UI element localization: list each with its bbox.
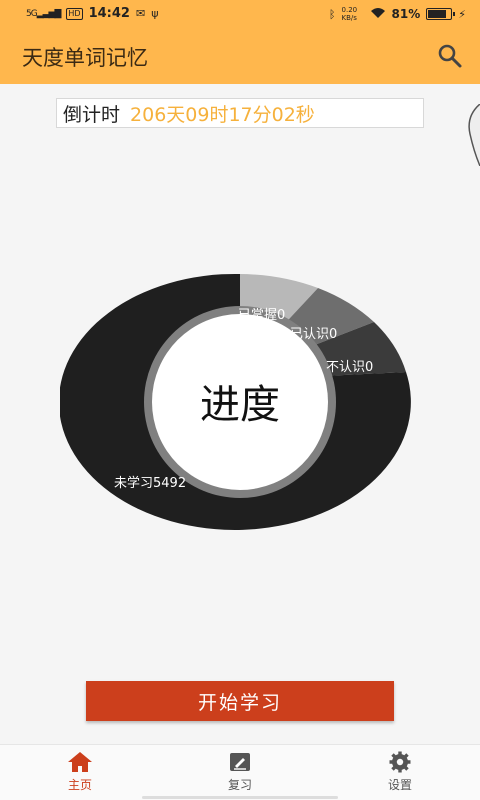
- nav-settings[interactable]: 设置: [360, 751, 440, 793]
- hd-badge: HD: [66, 7, 83, 20]
- nav-settings-label: 设置: [387, 778, 412, 792]
- nav-review-label: 复习: [227, 778, 252, 792]
- home-icon: [68, 752, 92, 772]
- signal-icon: 5G▂▃▅▇: [26, 8, 61, 19]
- app-bar: 天度单词记忆: [0, 28, 480, 84]
- countdown-box: 倒计时 206天09时17分02秒: [56, 98, 424, 128]
- network-speed: 0.20 KB/s: [341, 6, 358, 22]
- app-title: 天度单词记忆: [22, 46, 148, 70]
- label-unlearned: 未学习5492: [114, 476, 187, 491]
- nav-home-label: 主页: [67, 778, 92, 792]
- review-icon: [230, 753, 250, 771]
- charging-icon: ⚡: [458, 7, 466, 21]
- wechat-icon: ✉: [135, 7, 146, 20]
- label-known: 已认识0: [290, 327, 338, 342]
- edge-handle[interactable]: [464, 104, 480, 166]
- battery-text: 81%: [391, 7, 421, 21]
- bottom-nav: 主页 复习 设置: [0, 744, 480, 800]
- network-type: 5G: [26, 8, 38, 19]
- countdown-value: 206天09时17分02秒: [130, 103, 315, 126]
- nav-home[interactable]: 主页: [40, 751, 120, 793]
- clock: 14:42: [88, 6, 130, 21]
- search-button[interactable]: [436, 42, 464, 70]
- start-learning-button[interactable]: 开始学习: [86, 681, 394, 721]
- label-mastered: 已掌握0: [238, 308, 286, 323]
- home-indicator: [142, 796, 338, 799]
- countdown-label: 倒计时: [63, 103, 121, 126]
- battery-icon: [426, 8, 456, 20]
- nav-review[interactable]: 复习: [200, 751, 280, 793]
- usb-icon: ψ: [151, 7, 159, 20]
- progress-center-label: 进度: [200, 382, 280, 428]
- bluetooth-icon: ᛒ: [328, 7, 336, 21]
- wifi-icon: [370, 7, 386, 22]
- status-bar: 5G▂▃▅▇ HD 14:42 ✉ ψ ᛒ 0.20 KB/s 81% ⚡: [0, 0, 480, 28]
- gear-icon: [389, 751, 411, 773]
- search-icon: [438, 44, 462, 68]
